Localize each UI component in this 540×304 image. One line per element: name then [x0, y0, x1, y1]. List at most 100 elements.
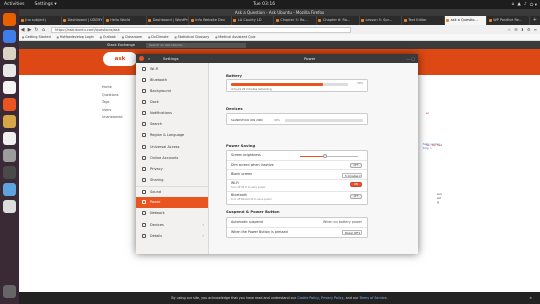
tab-7[interactable]: Chapter 6: Ro...	[317, 16, 360, 25]
sidebar-item-sharing[interactable]: Sharing	[136, 174, 208, 185]
bookmark-star-icon[interactable]: ☆	[508, 27, 512, 32]
stackexchange-logo[interactable]: Stack Exchange	[107, 41, 135, 49]
automatic-suspend-row[interactable]: Automatic suspend When on battery power	[227, 218, 367, 228]
sidebar-item-notifications[interactable]: Notifications	[136, 108, 208, 119]
nav-questions[interactable]: Questions	[102, 93, 122, 101]
activities-button[interactable]: Activities	[4, 2, 25, 7]
firefox-icon[interactable]	[3, 13, 16, 26]
forward-button[interactable]: ▶	[26, 27, 33, 33]
app-menu[interactable]: Settings ▾	[35, 2, 57, 7]
window-controls[interactable]: — ▢	[406, 54, 415, 63]
sidebar-item-devices[interactable]: Devices ›	[136, 219, 208, 230]
power-button-select[interactable]: Power Off ▾	[342, 230, 362, 235]
tab-3[interactable]: Dashboard | WordPress	[147, 16, 190, 25]
askubuntu-logo[interactable]: ask ubuntu	[103, 52, 137, 76]
automatic-suspend-value: When on battery power	[323, 220, 362, 224]
bookmark-5[interactable]: Statistical Glossary	[174, 35, 210, 39]
library-icon[interactable]: ☰	[514, 27, 518, 32]
home-icon[interactable]: ⌂	[512, 2, 515, 8]
clock[interactable]: Tue 03:16	[253, 2, 275, 7]
tab-6[interactable]: Chapter 5: Ro...	[274, 16, 317, 25]
sidebar-item-power[interactable]: Power	[136, 196, 208, 208]
dim-screen-row: Dim screen when inactive OFF	[227, 161, 367, 170]
drive-icon[interactable]	[3, 200, 16, 213]
dock-icon	[142, 99, 146, 104]
brightness-knob[interactable]	[322, 154, 327, 158]
url-bar[interactable]: https://askubuntu.com/questions/ask	[51, 26, 351, 33]
extensions-icon[interactable]: ⚙	[527, 27, 531, 32]
sidebar-item-bluetooth[interactable]: Bluetooth	[136, 74, 208, 85]
bookmark-0[interactable]: Getting Started	[22, 35, 51, 39]
nav-unanswered[interactable]: Unanswered	[102, 115, 122, 123]
tab-strip: (no subject) Dashboard | UDEMY Hello World…	[19, 16, 540, 25]
software-icon[interactable]	[3, 98, 16, 111]
nav-users[interactable]: Users	[102, 108, 122, 116]
power-menu-icon[interactable]: ⏻ ▾	[530, 2, 537, 8]
site-search-input[interactable]: Search on Ask Ubuntu...	[146, 42, 246, 48]
tab-0[interactable]: (no subject)	[19, 16, 62, 25]
show-apps-icon[interactable]	[3, 285, 16, 298]
sidebar-item-details[interactable]: Details ›	[136, 230, 208, 241]
tab-9[interactable]: Text Editor	[402, 16, 445, 25]
close-icon[interactable]	[139, 56, 144, 61]
settings-icon[interactable]	[3, 149, 16, 162]
globe-icon	[142, 133, 146, 138]
sidebar-item-background[interactable]: Background	[136, 85, 208, 96]
files-icon[interactable]	[3, 47, 16, 60]
bluetooth-saving-toggle[interactable]: OFF	[350, 194, 362, 199]
network-icon[interactable]: ▲	[517, 2, 520, 8]
bookmark-6[interactable]: Medical Assistant Quiz	[215, 35, 255, 39]
bookmark-4[interactable]: DxClimate	[148, 35, 168, 39]
dim-screen-toggle[interactable]: OFF	[350, 163, 362, 168]
volume-icon[interactable]: ♪	[524, 2, 527, 8]
brightness-slider[interactable]	[300, 154, 358, 158]
sidebar-item-wi-fi[interactable]: Wi-Fi	[136, 63, 208, 74]
sidebar-item-privacy[interactable]: Privacy	[136, 163, 208, 174]
tab-5[interactable]: LA County LD	[232, 16, 275, 25]
brightness-row: Screen brightness	[227, 151, 367, 161]
menu-icon[interactable]: ≡	[534, 27, 537, 32]
help-icon[interactable]	[3, 115, 16, 128]
search-icon[interactable]: ⌕	[148, 54, 150, 63]
privacy-policy-link[interactable]: Privacy Policy	[321, 296, 343, 300]
close-icon[interactable]: ✕	[529, 292, 532, 304]
terminal-icon[interactable]	[3, 166, 16, 179]
text-editor-icon[interactable]	[3, 183, 16, 196]
sidebar-item-label: Background	[150, 88, 171, 93]
sidebar-item-network[interactable]: Network	[136, 208, 208, 219]
nav-home[interactable]: Home	[102, 85, 122, 93]
amazon-icon[interactable]	[3, 132, 16, 145]
tab-2[interactable]: Hello World	[104, 16, 147, 25]
tab-11[interactable]: WP Positive Re...	[487, 16, 530, 25]
back-button[interactable]: ◀	[19, 27, 26, 33]
blank-screen-select[interactable]: 5 minutes ▾	[342, 172, 362, 178]
tab-4[interactable]: Info Website Dev	[189, 16, 232, 25]
home-button[interactable]: ⌂	[40, 27, 47, 33]
reload-button[interactable]: ↻	[33, 27, 40, 33]
sidebar-item-search[interactable]: Search	[136, 119, 208, 130]
wifi-saving-toggle[interactable]: ON	[350, 182, 362, 187]
writer-icon[interactable]	[3, 81, 16, 94]
bookmark-2[interactable]: Outlook	[100, 35, 116, 39]
thunderbird-icon[interactable]	[3, 30, 16, 43]
sidebar-item-label: Dock	[150, 99, 159, 104]
rhythmbox-icon[interactable]	[3, 64, 16, 77]
new-tab-button[interactable]: +	[530, 16, 540, 25]
tab-8[interactable]: Lesson 5: Spr...	[360, 16, 403, 25]
downloads-icon[interactable]: ⬇	[521, 27, 524, 32]
terms-link[interactable]: Terms of Service	[359, 296, 386, 300]
cookie-policy-link[interactable]: Cookie Policy	[297, 296, 319, 300]
battery-card: 79% 4 hours 22 minutes remaining	[226, 79, 368, 92]
bookmark-3[interactable]: Classroom	[122, 35, 142, 39]
sidebar-item-sound[interactable]: Sound	[136, 185, 208, 197]
bookmark-1[interactable]: Hotfoxdevelop Login	[57, 35, 94, 39]
sidebar-item-dock[interactable]: Dock	[136, 96, 208, 107]
nav-tags[interactable]: Tags	[102, 100, 122, 108]
sidebar-item-region-language[interactable]: Region & Language	[136, 130, 208, 141]
sidebar-item-universal-access[interactable]: Universal Access	[136, 141, 208, 152]
site-left-nav: Home Questions Tags Users Unanswered	[102, 85, 122, 123]
sidebar-item-online-accounts[interactable]: Online Accounts	[136, 152, 208, 163]
system-tray[interactable]: ⌂ ▲ ♪ ⏻ ▾	[512, 2, 537, 8]
tab-10[interactable]: ask a Questio...	[444, 16, 488, 25]
tab-1[interactable]: Dashboard | UDEMY	[62, 16, 105, 25]
